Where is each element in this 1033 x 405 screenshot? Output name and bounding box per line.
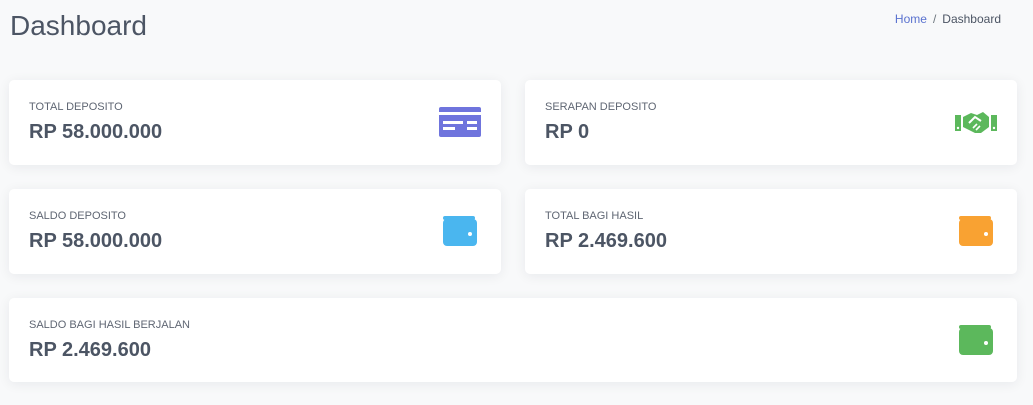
breadcrumb: Home / Dashboard bbox=[895, 12, 1001, 26]
total-bagi-hasil-card: TOTAL BAGI HASIL RP 2.469.600 bbox=[525, 189, 1017, 274]
breadcrumb-current: Dashboard bbox=[942, 12, 1001, 26]
card-label: SALDO DEPOSITO bbox=[29, 210, 126, 222]
card-value: RP 0 bbox=[545, 121, 590, 143]
card-value: RP 2.469.600 bbox=[545, 230, 667, 252]
card-label: SALDO BAGI HASIL BERJALAN bbox=[29, 319, 190, 331]
saldo-bagi-hasil-berjalan-card: SALDO BAGI HASIL BERJALAN RP 2.469.600 bbox=[9, 298, 1017, 382]
saldo-deposito-card: SALDO DEPOSITO RP 58.000.000 bbox=[9, 189, 501, 274]
wallet-icon bbox=[955, 324, 997, 356]
breadcrumb-home-link[interactable]: Home bbox=[895, 12, 927, 26]
card-value: RP 58.000.000 bbox=[29, 230, 163, 252]
breadcrumb-separator: / bbox=[932, 12, 937, 26]
handshake-icon bbox=[955, 106, 997, 138]
total-deposito-card: TOTAL DEPOSITO RP 58.000.000 bbox=[9, 80, 501, 165]
wallet-icon bbox=[439, 215, 481, 247]
page-title: Dashboard bbox=[10, 10, 147, 41]
card-value: RP 58.000.000 bbox=[29, 121, 163, 143]
card-label: SERAPAN DEPOSITO bbox=[545, 101, 657, 113]
card-label: TOTAL BAGI HASIL bbox=[545, 210, 644, 222]
serapan-deposito-card: SERAPAN DEPOSITO RP 0 bbox=[525, 80, 1017, 165]
card-value: RP 2.469.600 bbox=[29, 339, 151, 361]
card-label: TOTAL DEPOSITO bbox=[29, 101, 123, 113]
wallet-icon bbox=[955, 215, 997, 247]
credit-card-icon bbox=[439, 106, 481, 138]
